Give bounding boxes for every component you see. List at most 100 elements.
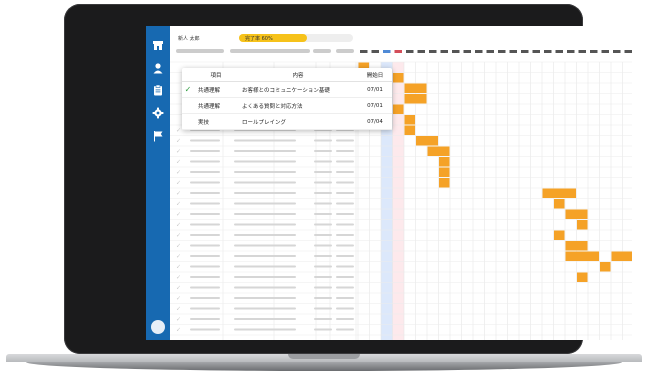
row-check-mark: ✓ [176,180,181,187]
gantt-bar [393,73,404,83]
row-check-mark: ✓ [176,316,181,323]
row-placeholder [234,265,296,268]
row-placeholder [190,244,220,247]
laptop-base [6,354,642,372]
laptop-notch [288,354,360,359]
day-header-mark [463,50,471,53]
task-content: ロールプレイング [238,113,358,130]
row-placeholder [336,223,354,226]
row-placeholder [314,160,332,163]
avatar[interactable] [151,320,165,334]
day-header-mark [613,50,621,53]
table-row[interactable]: 共通理解 よくある質問と対応方法 07/01 [182,97,392,114]
row-placeholder [314,307,332,310]
row-check-mark: ✓ [176,327,181,334]
row-check-mark: ✓ [176,285,181,292]
day-header-mark [567,50,575,53]
gantt-bar [439,178,450,188]
table-row[interactable]: 実技 ロールプレイング 07/04 [182,113,392,130]
row-placeholder [314,213,332,215]
gear-icon[interactable] [152,107,164,119]
table-row[interactable]: ✓ 共通理解 お客様とのコミュニケーション基礎 07/01 [182,81,392,98]
gantt-bar [565,241,588,251]
day-header-mark [475,50,483,53]
gantt-bar [565,209,588,219]
row-placeholder [190,318,220,320]
gantt-bar [427,146,450,156]
row-check-mark: ✓ [176,190,181,197]
row-placeholder [190,297,220,299]
progress-label: 完了率 60% [245,36,273,42]
day-header-mark [429,50,437,53]
store-icon[interactable] [152,39,164,51]
gantt-bar [439,157,450,167]
row-placeholder [336,213,354,215]
task-content: お客様とのコミュニケーション基礎 [238,81,358,98]
task-category: 実技 [194,113,238,130]
row-placeholder [314,234,332,236]
day-header-mark [452,50,460,53]
row-placeholder [314,265,332,268]
row-placeholder [234,171,296,173]
check-icon[interactable]: ✓ [182,81,194,98]
gantt-bar [611,251,632,261]
row-placeholder [234,139,296,142]
gantt-bar [393,104,404,114]
row-placeholder [190,171,220,173]
task-start-date: 07/01 [358,97,392,114]
row-placeholder [314,139,332,142]
row-placeholder [314,244,332,247]
column-header-check [182,68,194,82]
row-placeholder [314,276,332,278]
day-header-mark [555,50,563,53]
day-header-mark [590,50,598,53]
row-placeholder [336,160,354,163]
row-placeholder [336,171,354,173]
gantt-bar [404,125,415,135]
row-placeholder [190,139,220,142]
table-header: 項目 内容 開始日 [182,68,392,82]
row-placeholder [234,150,296,152]
row-placeholder [314,192,332,194]
row-placeholder [314,171,332,173]
row-check-mark: ✓ [176,253,181,260]
task-popup: 項目 内容 開始日 ✓ 共通理解 お客様とのコミュニケーション基礎 07/01 … [182,68,392,130]
clipboard-icon[interactable] [152,84,164,96]
gantt-bar [404,94,427,104]
row-placeholder [190,255,220,257]
day-header-mark [544,50,552,53]
row-placeholder [234,318,296,320]
gantt-bar [565,251,599,261]
row-placeholder [314,202,332,205]
row-check-mark: ✓ [176,243,181,250]
row-check-mark: ✓ [176,127,181,134]
flag-icon[interactable] [152,130,164,142]
day-header-mark [383,50,391,53]
row-placeholder [234,307,296,310]
gantt-bar [404,115,415,125]
task-category: 共通理解 [194,81,238,98]
row-placeholder [336,202,354,205]
column-header-content: 内容 [238,68,358,82]
row-placeholder [314,286,332,289]
row-placeholder [190,328,220,331]
row-placeholder [336,297,354,299]
row-check-mark: ✓ [176,211,181,218]
row-placeholder [336,265,354,268]
row-placeholder [234,328,296,331]
header-placeholder [313,49,331,53]
row-placeholder [314,255,332,257]
row-placeholder [336,255,354,257]
gantt-bar [554,199,565,209]
row-placeholder [234,255,296,257]
row-placeholder [336,318,354,320]
user-icon[interactable] [152,62,164,74]
check-cell[interactable] [182,97,194,114]
task-start-date: 07/01 [358,81,392,98]
row-placeholder [190,223,220,226]
row-placeholder [190,150,220,152]
check-cell[interactable] [182,113,194,130]
day-header-mark [498,50,506,53]
row-placeholder [314,223,332,226]
row-check-mark: ✓ [176,264,181,271]
